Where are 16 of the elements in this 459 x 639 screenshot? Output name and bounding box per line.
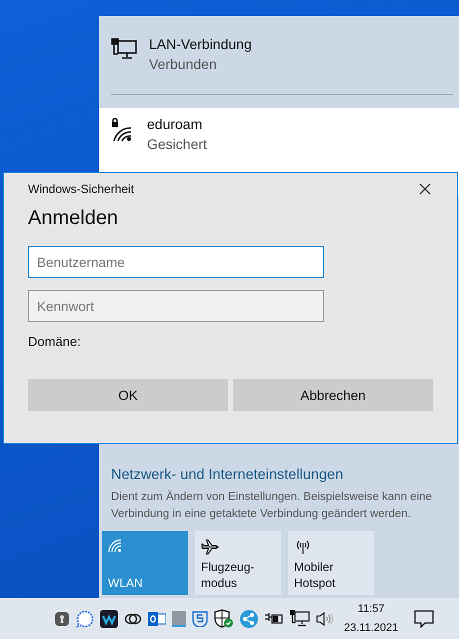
dialog-button[interactable]: OK — [28, 379, 228, 411]
clock[interactable]: 11:57 23.11.2021 — [344, 600, 398, 638]
quick-action-tile[interactable]: Mobiler Hotspot — [288, 531, 374, 595]
network-name: eduroam — [147, 116, 204, 132]
quick-action-tile[interactable]: Flugzeug-modus — [195, 531, 281, 595]
network-name: LAN-Verbindung — [149, 36, 252, 52]
input-field[interactable]: Benutzername — [28, 246, 324, 278]
domain-label: Domäne: — [28, 334, 82, 349]
dialog-button[interactable]: Abbrechen — [233, 379, 433, 411]
settings-description: Dient zum Ändern von Einstellungen. Beispielsweise kann eine Verbindung in eine getaktete Verbindung geändert werden. — [111, 489, 433, 522]
dialog-heading: Anmelden — [28, 207, 120, 230]
input-field[interactable]: Kennwort — [28, 290, 324, 322]
settings-link[interactable]: Netzwerk- und Interneteinstellungen — [111, 467, 344, 483]
network-status: Verbunden — [149, 56, 218, 72]
quick-action-tile[interactable]: WLAN — [102, 531, 188, 595]
network-status: Gesichert — [147, 136, 207, 152]
